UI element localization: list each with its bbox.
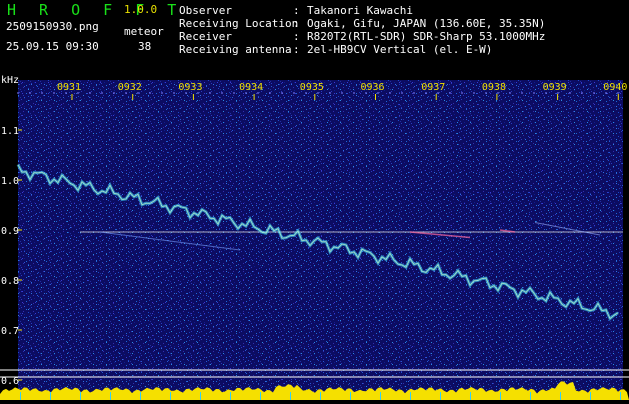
level-marker <box>20 392 21 400</box>
x-tick-label: 0931 <box>57 82 81 93</box>
level-marker <box>80 392 81 400</box>
info-row-location: Receiving Location : Ogaki, Gifu, JAPAN … <box>179 17 545 30</box>
level-marker <box>590 392 591 400</box>
level-marker <box>620 392 621 400</box>
info-row-observer: Observer : Takanori Kawachi <box>179 4 545 17</box>
info-value: Takanori Kawachi <box>307 4 413 17</box>
info-row-antenna: Receiving antenna : 2el-HB9CV Vertical (… <box>179 43 545 56</box>
info-value: 2el-HB9CV Vertical (el. E-W) <box>307 43 493 56</box>
date-time: 25.09.15 09:30 <box>6 40 99 53</box>
info-row-receiver: Receiver : R820T2(RTL-SDR) SDR-Sharp 53.… <box>179 30 545 43</box>
y-tick-label: 0.9 <box>1 226 19 237</box>
x-tick-label: 0936 <box>361 82 385 93</box>
level-marker <box>440 392 441 400</box>
spectrogram: kHz 1.1 1.0 0.9 0.8 0.7 0.6 0931 0932 0933 0934 093… <box>0 75 629 400</box>
info-value: R820T2(RTL-SDR) SDR-Sharp 53.1000MHz <box>307 30 546 43</box>
level-marker <box>290 392 291 400</box>
info-key: Observer <box>179 4 232 17</box>
x-tick-label: 0932 <box>118 82 142 93</box>
info-key: Receiver <box>179 30 232 43</box>
info-separator: : <box>293 43 300 56</box>
level-marker <box>500 392 501 400</box>
level-marker <box>410 392 411 400</box>
x-tick-label: 0935 <box>300 82 324 93</box>
info-separator: : <box>293 4 300 17</box>
info-key: Receiving antenna <box>179 43 292 56</box>
y-unit-label: kHz <box>1 75 19 86</box>
x-tick-label: 0933 <box>178 82 202 93</box>
info-key: Receiving Location <box>179 17 299 30</box>
level-marker <box>110 392 111 400</box>
level-marker <box>260 392 261 400</box>
header-panel: H R O F F T 1.0.0 2509150930.png 25.09.1… <box>0 0 629 74</box>
file-name: 2509150930.png <box>6 20 99 33</box>
spectrogram-panel: kHz 1.1 1.0 0.9 0.8 0.7 0.6 0931 0932 0933 0934 093… <box>0 74 629 400</box>
level-marker <box>230 392 231 400</box>
x-tick-label: 0938 <box>482 82 506 93</box>
info-separator: : <box>293 30 300 43</box>
station-info: Observer : Takanori Kawachi Receiving Lo… <box>179 4 545 56</box>
x-tick-label: 0937 <box>421 82 445 93</box>
x-tick-label: 0939 <box>543 82 567 93</box>
level-marker <box>470 392 471 400</box>
info-value: Ogaki, Gifu, JAPAN (136.60E, 35.35N) <box>307 17 546 30</box>
y-tick-label: 0.7 <box>1 326 19 337</box>
app-version: 1.0.0 <box>124 3 158 16</box>
level-marker <box>170 392 171 400</box>
level-marker <box>50 392 51 400</box>
x-tick-label: 0940 <box>603 82 627 93</box>
level-marker <box>140 392 141 400</box>
y-tick-label: 0.6 <box>1 376 19 387</box>
level-marker <box>320 392 321 400</box>
level-marker <box>350 392 351 400</box>
y-tick-label: 1.1 <box>1 126 19 137</box>
x-tick-label: 0934 <box>239 82 263 93</box>
level-marker <box>380 392 381 400</box>
level-marker <box>530 392 531 400</box>
meteor-count: 38 <box>138 40 152 53</box>
y-tick-label: 1.0 <box>1 176 19 187</box>
info-separator: : <box>293 17 300 30</box>
level-marker <box>200 392 201 400</box>
meteor-label: meteor <box>124 25 164 38</box>
level-marker <box>560 392 561 400</box>
y-tick-label: 0.8 <box>1 276 19 287</box>
